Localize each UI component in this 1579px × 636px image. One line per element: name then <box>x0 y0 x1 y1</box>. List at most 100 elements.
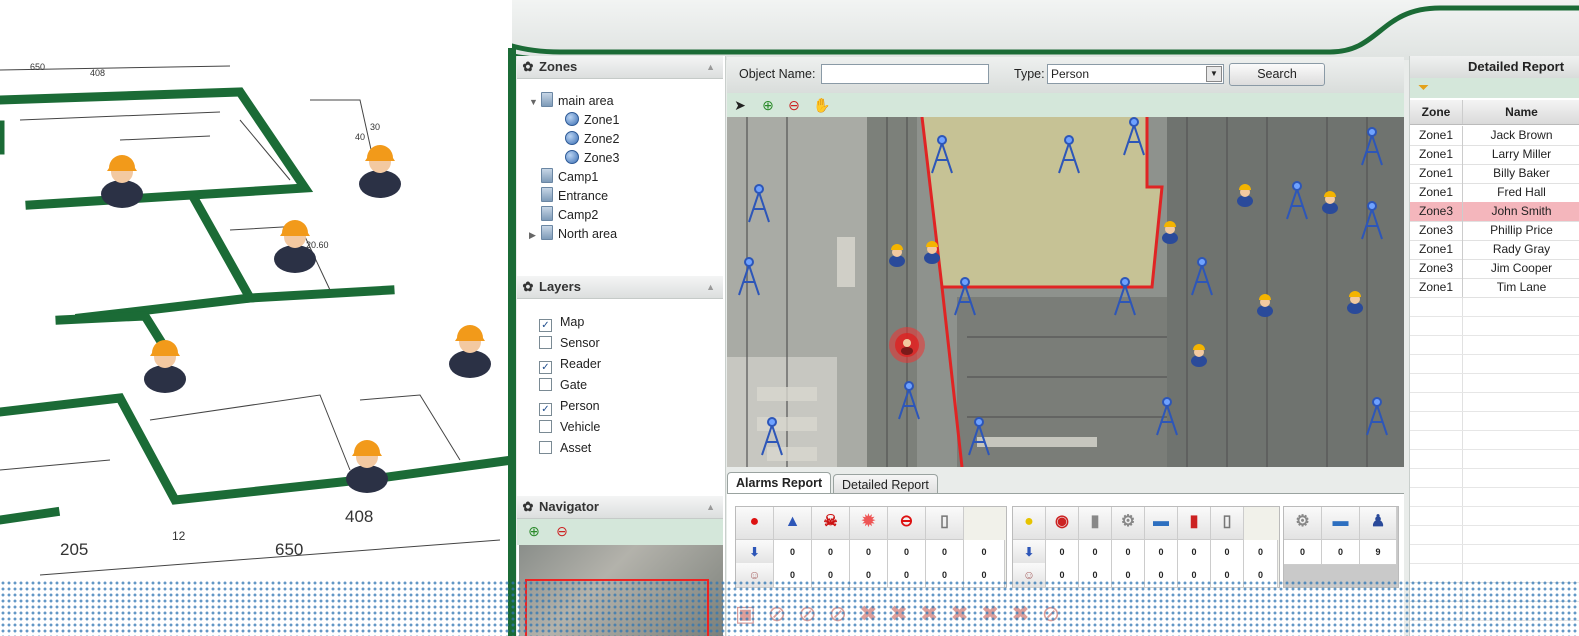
layer-gate[interactable]: Gate <box>539 375 587 395</box>
door-icon[interactable]: ▯ <box>926 507 964 540</box>
expand-down-icon[interactable]: ▼ <box>529 93 541 112</box>
layer-sensor[interactable]: Sensor <box>539 333 600 353</box>
collapse-icon[interactable]: ▲ <box>706 56 715 78</box>
collapse-icon[interactable]: ▲ <box>706 276 715 298</box>
zoom-out-icon[interactable]: ⊖ <box>553 522 571 540</box>
expand-right-icon[interactable]: ▶ <box>529 226 541 245</box>
report-table-header: Zone Name <box>1410 100 1579 125</box>
map-canvas[interactable] <box>727 117 1404 467</box>
checkbox[interactable] <box>539 378 552 391</box>
empty-cell <box>1410 355 1463 373</box>
empty-cell <box>1410 393 1463 411</box>
tree-item-camp1[interactable]: Camp1 <box>541 168 598 187</box>
table-row[interactable]: Zone1 Larry Miller <box>1410 145 1579 165</box>
tree-item-entrance[interactable]: Entrance <box>541 187 608 206</box>
vehicle-icon[interactable]: ▬ <box>1145 507 1178 540</box>
chevron-down-icon[interactable]: ▼ <box>1206 66 1222 82</box>
zones-title: Zones <box>539 59 578 74</box>
table-row[interactable]: Zone1 Rady Gray <box>1410 240 1579 260</box>
empty-cell <box>1410 602 1463 620</box>
motion-icon[interactable]: ◉ <box>1046 507 1079 540</box>
table-row[interactable]: Zone1 Jack Brown <box>1410 126 1579 146</box>
checkbox[interactable]: ✓ <box>539 403 552 416</box>
viewport-frame[interactable] <box>525 579 709 636</box>
collapse-icon[interactable]: ▲ <box>706 496 715 518</box>
layers-panel-header[interactable]: ✿ Layers ▲ <box>517 276 723 299</box>
cancel-icon[interactable]: ✖ <box>950 601 980 626</box>
cancel-icon[interactable]: ✖ <box>1011 601 1041 626</box>
cancel-icon[interactable]: ✖ <box>920 601 950 626</box>
alarm-person-marker-icon[interactable] <box>889 327 925 363</box>
gear-sensor-icon[interactable]: ⚙ <box>1112 507 1145 540</box>
alarm-count: 0 <box>850 540 888 565</box>
empty-cell <box>1410 469 1463 487</box>
layer-map[interactable]: ✓ Map <box>539 312 584 332</box>
table-row[interactable]: Zone3 Jim Cooper <box>1410 259 1579 279</box>
layer-vehicle[interactable]: Vehicle <box>539 417 600 437</box>
empty-cell <box>1410 526 1463 544</box>
alarm-count: 0 <box>1178 563 1211 588</box>
highlighted-zone[interactable] <box>922 117 1162 287</box>
pan-hand-icon[interactable]: ✋ <box>813 96 831 114</box>
zoom-out-icon[interactable]: ⊖ <box>785 96 803 114</box>
tab-detailed-report[interactable]: Detailed Report <box>833 474 938 495</box>
navigator-thumbnail[interactable] <box>519 545 723 636</box>
zoom-in-icon[interactable]: ⊕ <box>759 96 777 114</box>
tab-alarms-report[interactable]: Alarms Report <box>727 472 832 495</box>
no-entry-icon[interactable]: ⊘ <box>768 601 798 626</box>
layer-asset[interactable]: Asset <box>539 438 591 458</box>
tree-item-main-area[interactable]: ▼ main area <box>529 92 614 111</box>
tree-item-zone2[interactable]: Zone2 <box>565 130 619 149</box>
settings-icon[interactable]: ⚙ <box>1284 507 1322 540</box>
no-entry-icon[interactable]: ⊘ <box>829 601 859 626</box>
table-row[interactable]: Zone3 Phillip Price <box>1410 221 1579 241</box>
type-select[interactable]: Person ▼ <box>1047 64 1224 84</box>
zones-panel-header[interactable]: ✿ Zones ▲ <box>517 56 723 79</box>
battery-low-icon[interactable]: ▮ <box>1178 507 1211 540</box>
car-icon[interactable]: ▬ <box>1322 507 1360 540</box>
filter-icon[interactable]: ⏷ <box>1418 79 1429 96</box>
object-name-input[interactable] <box>821 64 989 84</box>
checkbox[interactable]: ✓ <box>539 319 552 332</box>
door-open-icon[interactable]: ▯ <box>1211 507 1244 540</box>
yellow-alarm-icon[interactable]: ● <box>1013 507 1046 540</box>
checkbox[interactable] <box>539 420 552 433</box>
person-icon[interactable]: ♟ <box>1360 507 1397 540</box>
checkbox[interactable] <box>539 441 552 454</box>
alarm-count: 0 <box>1244 563 1278 588</box>
reader-tower-icon[interactable]: ▲ <box>774 507 812 540</box>
table-row[interactable]: Zone1 Tim Lane <box>1410 278 1579 298</box>
checkbox[interactable] <box>539 336 552 349</box>
pointer-icon[interactable]: ➤ <box>731 96 749 114</box>
tree-item-zone1[interactable]: Zone1 <box>565 111 619 130</box>
battery-icon[interactable]: ▮ <box>1079 507 1112 540</box>
tree-item-zone3[interactable]: Zone3 <box>565 149 619 168</box>
aerial-map[interactable] <box>727 117 1404 467</box>
cancel-icon[interactable]: ✖ <box>981 601 1011 626</box>
layer-person[interactable]: ✓ Person <box>539 396 600 416</box>
cancel-icon[interactable]: ✖ <box>859 601 889 626</box>
tree-item-north-area[interactable]: ▶ North area <box>529 225 617 244</box>
folder-icon <box>541 92 553 107</box>
search-button[interactable]: Search <box>1229 63 1325 86</box>
table-row[interactable]: Zone1 Billy Baker <box>1410 164 1579 184</box>
cancel-icon[interactable]: ✖ <box>890 601 920 626</box>
table-row-alarm[interactable]: Zone3 John Smith <box>1410 202 1579 222</box>
layer-reader[interactable]: ✓ Reader <box>539 354 601 374</box>
lock-icon[interactable]: ▣ <box>735 601 768 626</box>
no-entry-icon[interactable]: ⊘ <box>798 601 828 626</box>
tree-item-camp2[interactable]: Camp2 <box>541 206 598 225</box>
navigator-panel-header[interactable]: ✿ Navigator ▲ <box>517 496 723 519</box>
empty-table-row <box>1410 431 1579 450</box>
alarm-light-icon[interactable]: ● <box>736 507 774 540</box>
alarm-count: 0 <box>888 540 926 565</box>
no-entry-icon[interactable]: ⊘ <box>1042 601 1072 626</box>
fire-icon[interactable]: ✹ <box>850 507 888 540</box>
checkbox[interactable]: ✓ <box>539 361 552 374</box>
zoom-in-icon[interactable]: ⊕ <box>525 522 543 540</box>
danger-skull-icon[interactable]: ☠ <box>812 507 850 540</box>
column-header-name[interactable]: Name <box>1463 100 1579 124</box>
column-header-zone[interactable]: Zone <box>1410 100 1463 124</box>
table-row[interactable]: Zone1 Fred Hall <box>1410 183 1579 203</box>
stop-icon[interactable]: ⊖ <box>888 507 926 540</box>
